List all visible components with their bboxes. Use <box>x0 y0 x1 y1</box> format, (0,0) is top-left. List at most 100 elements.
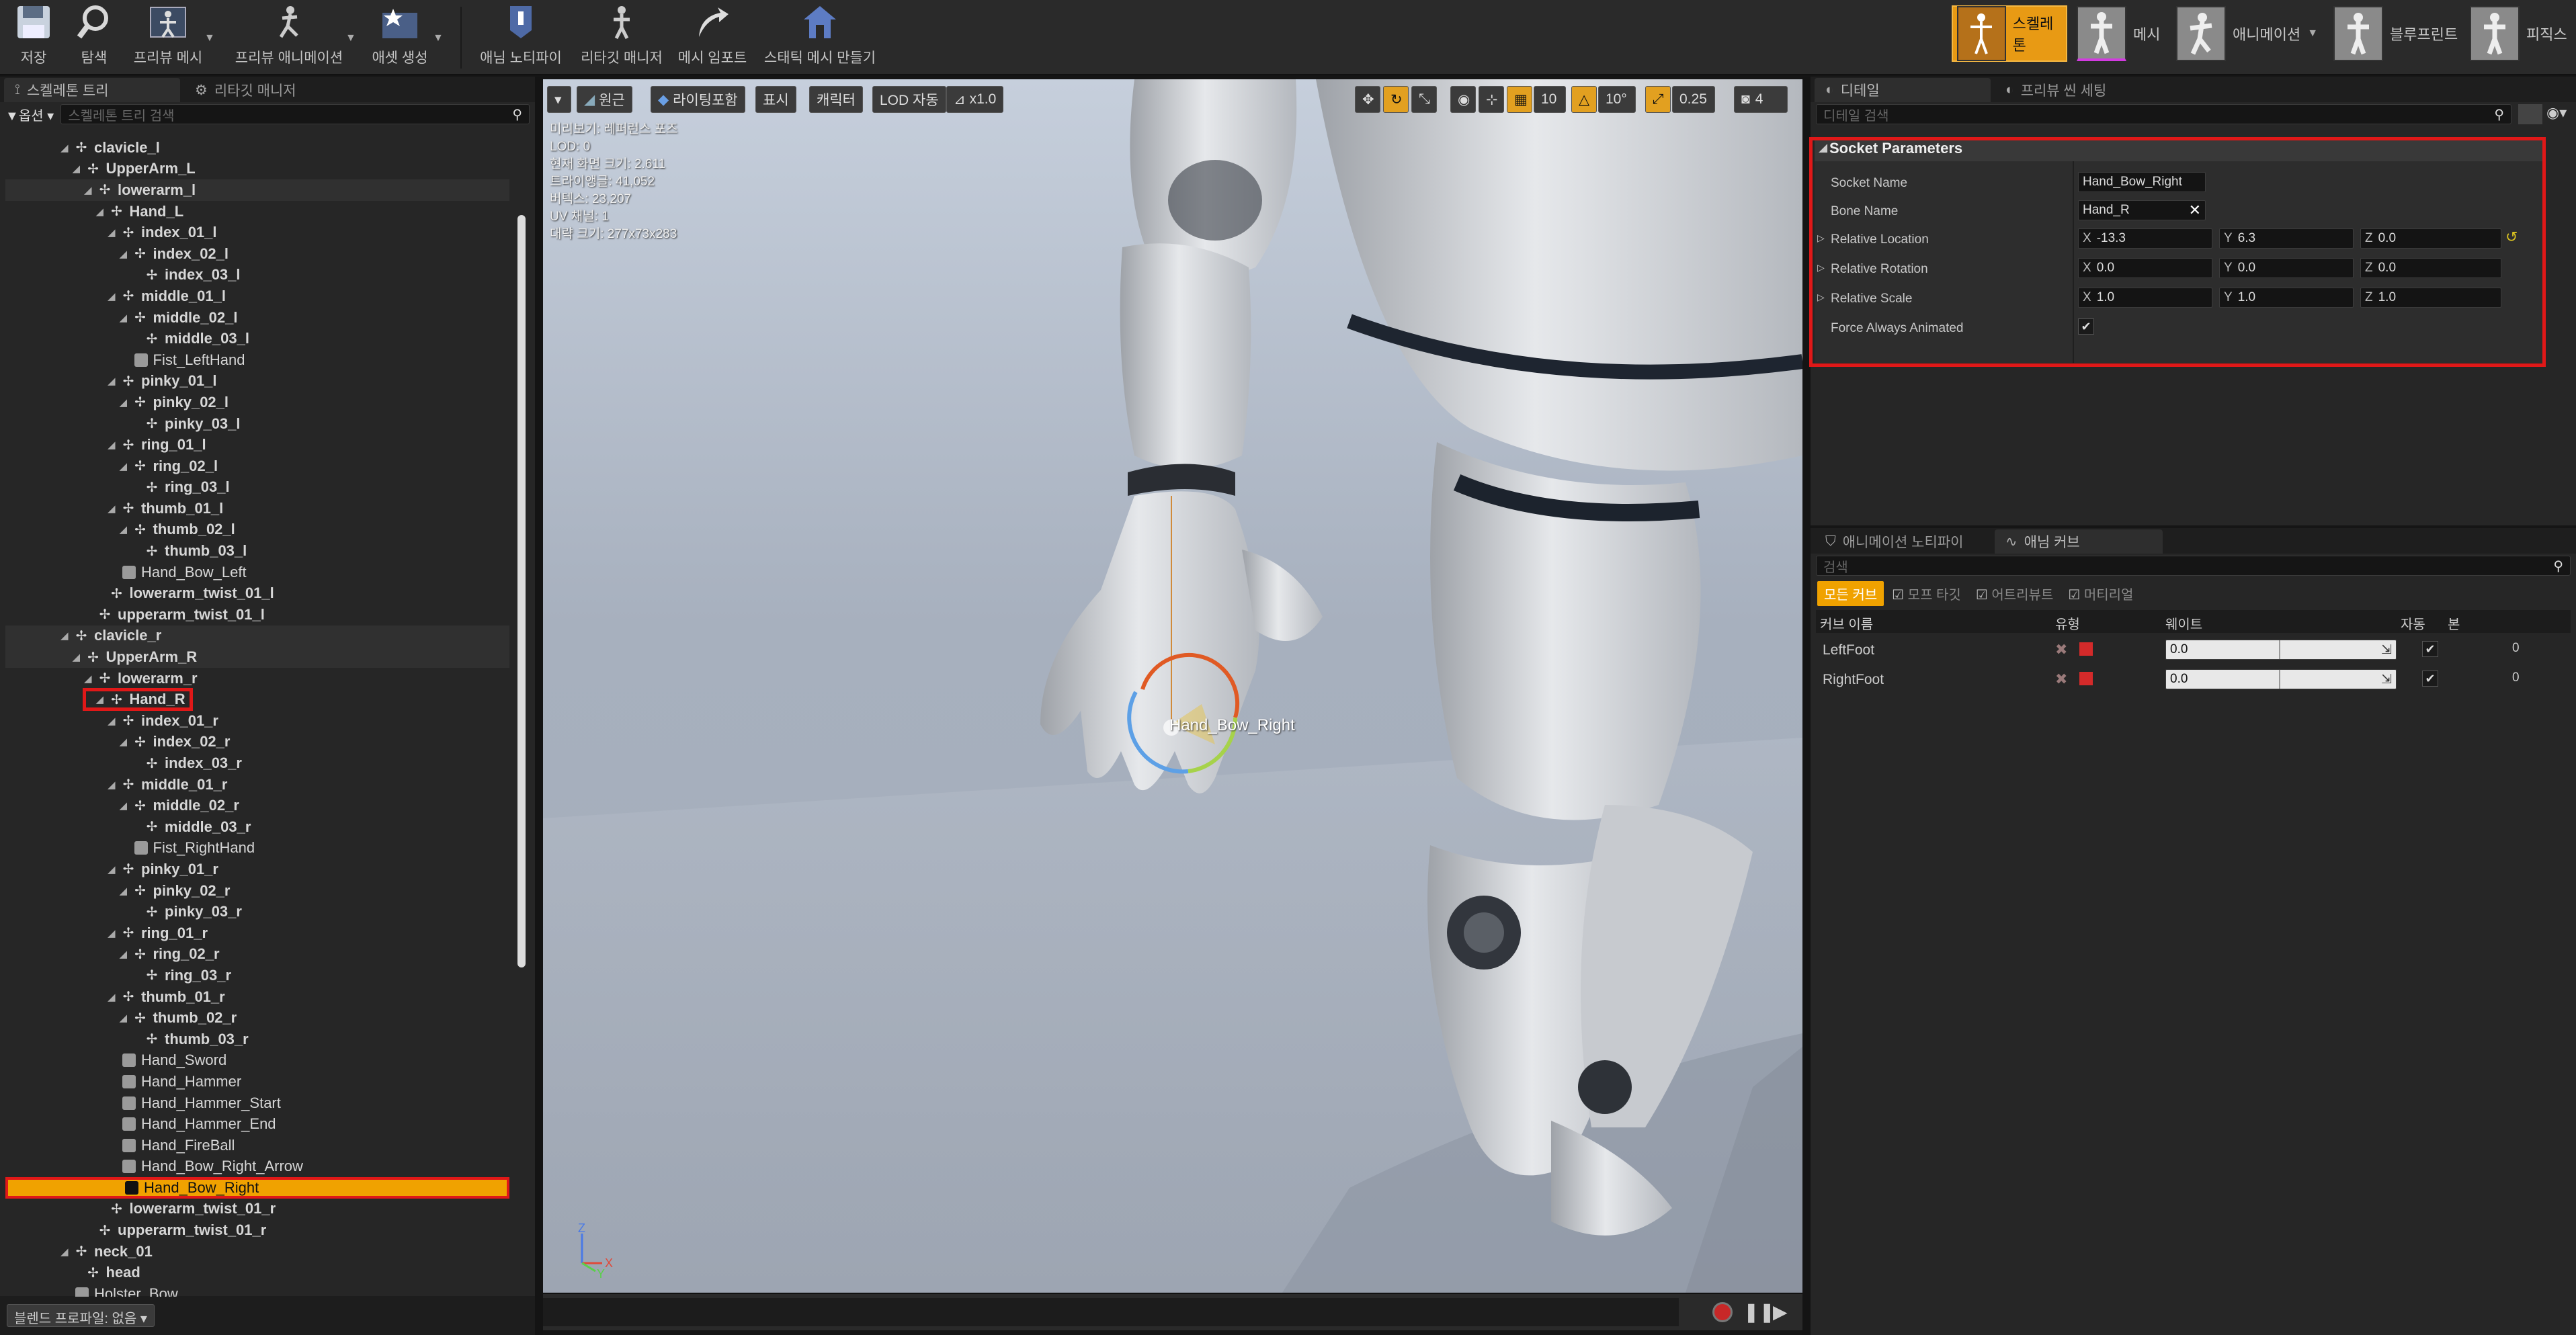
world-space-icon[interactable]: ◉ <box>1450 86 1476 113</box>
tree-bone-row[interactable]: ◢ ✢ pinky_01_r <box>5 859 509 880</box>
mode-animation-button[interactable]: 애니메이션 ▼ <box>2176 5 2324 62</box>
play-forward-icon[interactable]: ▶ <box>1773 1301 1788 1323</box>
expand-arrow-icon[interactable]: ◢ <box>84 673 96 685</box>
tab-preview-scene-settings[interactable]: ◐ 프리뷰 씬 세팅 <box>1995 78 2171 102</box>
scale-tool-icon[interactable]: ⤡ <box>1411 86 1437 113</box>
expand-arrow-icon[interactable]: ◢ <box>96 206 108 218</box>
expand-arrow-icon[interactable]: ◢ <box>120 885 132 897</box>
auto-checkbox[interactable]: ✔ <box>2422 671 2438 687</box>
tree-bone-row[interactable]: ✢ middle_03_l <box>5 328 509 349</box>
curve-weight-slider[interactable]: 0.0 ⇲ <box>2165 640 2397 660</box>
expand-arrow-icon[interactable]: ◢ <box>108 226 120 239</box>
expand-arrow-icon[interactable]: ◢ <box>108 991 120 1003</box>
options-dropdown[interactable]: ▼옵션 ▾ <box>5 105 54 124</box>
tab-details[interactable]: ◐ 디테일 <box>1815 78 1991 102</box>
tree-bone-row[interactable]: ◢ ✢ UpperArm_L <box>5 159 509 180</box>
tree-bone-row[interactable]: ◢ ✢ lowerarm_r <box>5 668 509 689</box>
blend-profile-dropdown[interactable]: 블렌드 프로파일: 없음 ▾ <box>7 1304 155 1327</box>
tree-socket-row[interactable]: Hand_Hammer_End <box>5 1113 509 1135</box>
tree-bone-row[interactable]: ◢ ✢ clavicle_r <box>5 625 509 647</box>
tree-bone-row[interactable]: ◢ ✢ middle_01_l <box>5 286 509 307</box>
grid-snap-icon[interactable]: ▦ <box>1507 86 1532 113</box>
tree-bone-row[interactable]: ✢ thumb_03_r <box>5 1029 509 1050</box>
tree-bone-row[interactable]: ◢ ✢ middle_02_r <box>5 795 509 816</box>
visibility-eye-icon[interactable]: ◉▾ <box>2546 104 2571 124</box>
tree-bone-row[interactable]: ◢ ✢ ring_01_l <box>5 434 509 456</box>
tree-bone-row[interactable]: ✢ upperarm_twist_01_r <box>5 1219 509 1241</box>
curve-weight-slider[interactable]: 0.0 ⇲ <box>2165 669 2397 689</box>
perspective-button[interactable]: ◢ 원근 <box>577 86 632 113</box>
create-asset-button[interactable]: 애셋 생성 <box>363 3 437 73</box>
tab-skeleton-tree[interactable]: ⟟ 스켈레톤 트리 <box>4 78 180 102</box>
rotation-snap-value[interactable]: 10° <box>1598 86 1636 113</box>
tree-search-input[interactable]: 스켈레톤 트리 검색 ⚲ <box>60 104 530 124</box>
tree-bone-row[interactable]: ◢ ✢ thumb_01_l <box>5 498 509 519</box>
expand-arrow-icon[interactable]: ◢ <box>108 439 120 451</box>
tree-bone-row[interactable]: ✢ ring_03_l <box>5 477 509 499</box>
tree-socket-row[interactable]: Hand_Bow_Right <box>5 1177 509 1199</box>
expand-arrow-icon[interactable]: ◢ <box>108 375 120 387</box>
save-button[interactable]: 저장 <box>7 3 60 73</box>
preview-animation-button[interactable]: 프리뷰 애니메이션 <box>228 3 349 73</box>
tree-bone-row[interactable]: ◢ ✢ lowerarm_l <box>5 179 509 201</box>
viewport-options-button[interactable]: ▾ <box>547 86 571 113</box>
tree-bone-row[interactable]: ◢ ✢ pinky_01_l <box>5 371 509 392</box>
tree-socket-row[interactable]: Holster_Bow <box>5 1283 509 1297</box>
tree-socket-row[interactable]: Hand_Hammer <box>5 1071 509 1092</box>
character-button[interactable]: 캐릭터 <box>809 86 863 113</box>
curves-search-input[interactable]: 검색 ⚲ <box>1816 556 2571 576</box>
tree-socket-row[interactable]: Hand_Bow_Right_Arrow <box>5 1156 509 1178</box>
preview-animation-dropdown-icon[interactable]: ▼ <box>345 32 356 44</box>
anim-notify-button[interactable]: 애님 노티파이 <box>470 3 571 73</box>
translate-tool-icon[interactable]: ✥ <box>1355 86 1380 113</box>
viewport[interactable]: ▾ ◢ 원근 ◆ 라이팅포함 표시 캐릭터 LOD 자동 ⊿ x1.0 ✥ ↻ ⤡ ◉… <box>543 79 1802 1293</box>
expand-arrow-icon[interactable]: ◢ <box>108 863 120 875</box>
camera-speed-button[interactable]: ◙ 4 <box>1734 86 1788 113</box>
tree-bone-row[interactable]: ◢ ✢ clavicle_l <box>5 137 509 159</box>
expand-arrow-icon[interactable]: ◢ <box>60 630 73 642</box>
tree-socket-row[interactable]: Hand_FireBall <box>5 1135 509 1156</box>
filter-materials[interactable]: ☑ 머티리얼 <box>2068 584 2133 603</box>
preview-mesh-button[interactable]: 프리뷰 메시 <box>128 3 208 73</box>
expand-arrow-icon[interactable]: ◢ <box>120 1012 132 1024</box>
tree-socket-row[interactable]: Fist_RightHand <box>5 838 509 859</box>
tree-bone-row[interactable]: ◢ ✢ Hand_L <box>5 201 509 222</box>
auto-checkbox[interactable]: ✔ <box>2422 641 2438 657</box>
tree-bone-row[interactable]: ✢ head <box>5 1262 509 1283</box>
expand-arrow-icon[interactable]: ◢ <box>120 523 132 535</box>
tab-retarget-manager[interactable]: ⚙ 리타깃 매니저 <box>184 78 360 102</box>
expand-arrow-icon[interactable]: ◢ <box>120 312 132 324</box>
tree-socket-row[interactable]: Fist_LeftHand <box>5 349 509 371</box>
delete-curve-icon[interactable]: ✖ <box>2055 671 2067 688</box>
tree-bone-row[interactable]: ◢ ✢ index_02_r <box>5 732 509 753</box>
tree-bone-row[interactable]: ✢ index_03_r <box>5 752 509 774</box>
make-static-mesh-button[interactable]: 스태틱 메시 만들기 <box>756 3 884 73</box>
tree-bone-row[interactable]: ◢ ✢ index_02_l <box>5 243 509 265</box>
rotate-tool-icon[interactable]: ↻ <box>1383 86 1409 113</box>
mode-mesh-button[interactable]: 메시 <box>2077 5 2177 62</box>
tree-socket-row[interactable]: Hand_Hammer_Start <box>5 1092 509 1114</box>
expand-arrow-icon[interactable]: ◢ <box>60 1246 73 1258</box>
tree-bone-row[interactable]: ✢ pinky_03_r <box>5 901 509 922</box>
property-matrix-icon[interactable] <box>2518 104 2542 124</box>
mode-blueprint-button[interactable]: 블루프린트 <box>2333 5 2475 62</box>
curve-row[interactable]: LeftFoot ✖ 0.0 ⇲ ✔ 0 <box>1816 636 2571 665</box>
tree-bone-row[interactable]: ◢ ✢ pinky_02_l <box>5 392 509 413</box>
tree-bone-row[interactable]: ✢ lowerarm_twist_01_r <box>5 1199 509 1220</box>
expand-arrow-icon[interactable]: ◢ <box>108 927 120 939</box>
tree-bone-row[interactable]: ◢ ✢ Hand_R <box>5 688 509 712</box>
tree-socket-row[interactable]: Hand_Bow_Left <box>5 562 509 583</box>
expand-arrow-icon[interactable]: ◢ <box>120 248 132 260</box>
expand-arrow-icon[interactable]: ◢ <box>108 779 120 791</box>
tab-anim-notifies[interactable]: ⛉ 애니메이션 노티파이 <box>1815 529 1991 554</box>
lighting-button[interactable]: ◆ 라이팅포함 <box>651 86 745 113</box>
tree-socket-row[interactable]: Hand_Sword <box>5 1050 509 1072</box>
tree-bone-row[interactable]: ◢ ✢ thumb_02_r <box>5 1007 509 1029</box>
tree-bone-row[interactable]: ✢ thumb_03_l <box>5 540 509 562</box>
tree-bone-row[interactable]: ✢ ring_03_r <box>5 965 509 986</box>
tree-bone-row[interactable]: ✢ middle_03_r <box>5 816 509 838</box>
mesh-import-button[interactable]: 메시 임포트 <box>672 3 753 73</box>
rotation-snap-icon[interactable]: △ <box>1571 86 1597 113</box>
tree-bone-row[interactable]: ◢ ✢ ring_01_r <box>5 922 509 944</box>
filter-all-curves[interactable]: 모든 커브 <box>1817 580 1884 606</box>
